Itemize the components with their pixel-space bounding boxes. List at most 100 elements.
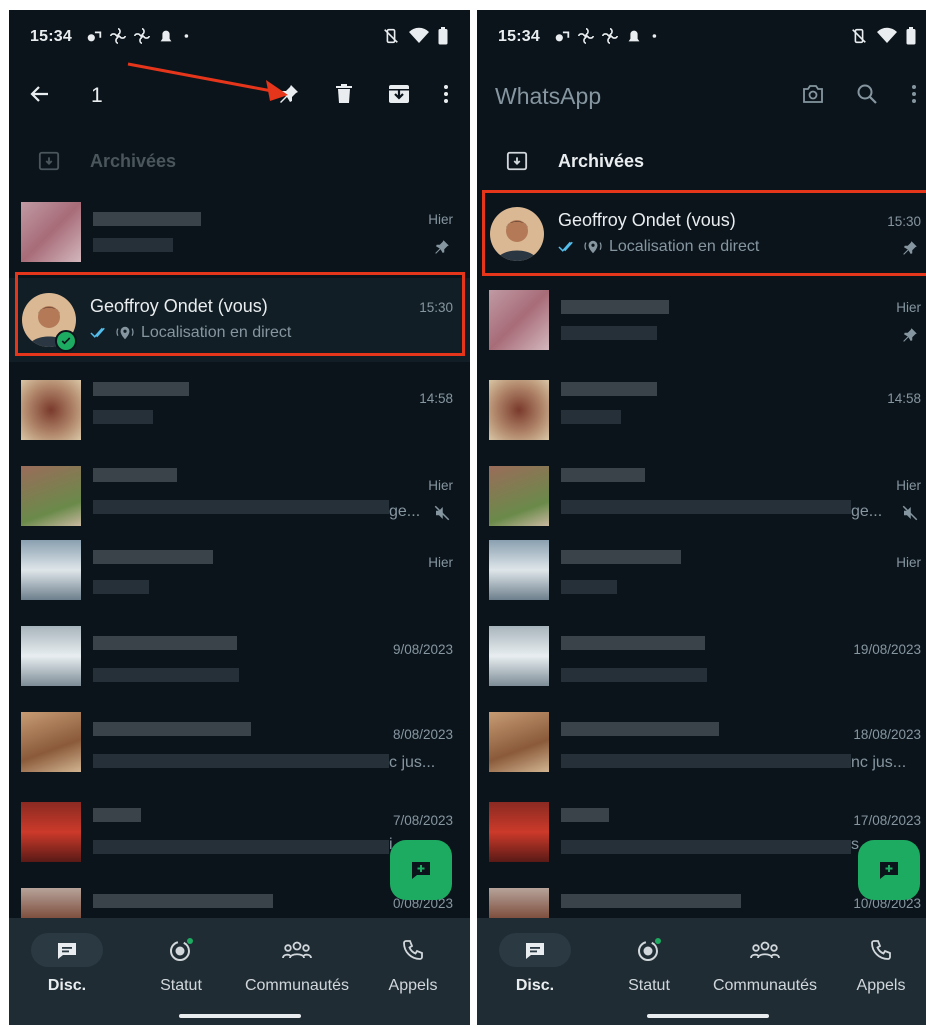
notification-icon	[87, 31, 102, 42]
chat-time: Hier	[896, 555, 921, 570]
nav-chats[interactable]: Disc.	[12, 933, 122, 995]
communities-icon	[261, 933, 333, 967]
blurred-name	[93, 550, 213, 564]
list-item[interactable]: ge... Hier	[477, 448, 926, 532]
nav-label: Disc.	[47, 977, 87, 994]
avatar	[21, 202, 81, 262]
chat-name: Geoffroy Ondet (vous)	[90, 296, 268, 316]
chat-time: Hier	[428, 478, 453, 493]
preview-fragment: c jus...	[389, 754, 436, 771]
avatar	[21, 540, 81, 600]
list-item[interactable]: 9/08/2023	[9, 620, 470, 704]
avatar	[489, 626, 549, 686]
fan-icon	[133, 27, 151, 45]
archive-icon[interactable]	[386, 81, 412, 107]
chat-time: 9/08/2023	[392, 642, 453, 657]
blurred-preview	[93, 668, 239, 682]
avatar	[489, 802, 549, 862]
archived-label: Archivées	[90, 151, 177, 171]
system-icons	[382, 27, 448, 45]
left-screen: 15:34 1 Archivées Hier Geoffroy Ondet (v…	[9, 10, 470, 1025]
blurred-preview	[561, 668, 707, 682]
blurred-name	[561, 894, 741, 908]
back-arrow-icon[interactable]	[27, 81, 53, 107]
nav-calls[interactable]: Appels	[358, 933, 468, 995]
search-icon[interactable]	[854, 81, 880, 107]
list-item[interactable]: 14:58	[9, 362, 470, 446]
nav-chats[interactable]: Disc.	[480, 933, 590, 995]
list-item[interactable]: nc jus... 18/08/2023	[477, 706, 926, 790]
blurred-name	[561, 468, 645, 482]
avatar	[21, 888, 81, 918]
delete-icon[interactable]	[331, 81, 357, 107]
list-item[interactable]: 14:58	[477, 362, 926, 446]
live-location-icon	[116, 326, 134, 340]
more-options-icon[interactable]	[433, 81, 459, 107]
list-item[interactable]: c jus... 8/08/2023	[9, 706, 470, 790]
list-item[interactable]: Hier	[477, 534, 926, 618]
nav-communities[interactable]: Communautés	[242, 933, 352, 995]
archived-row[interactable]: Archivées	[9, 136, 470, 188]
read-ticks-icon	[90, 327, 105, 338]
nav-label: Disc.	[515, 977, 555, 994]
blurred-preview	[93, 580, 149, 594]
chat-row-geoffroy[interactable]: Geoffroy Ondet (vous) Localisation en di…	[477, 192, 926, 276]
notification-icons	[553, 27, 667, 45]
archived-label: Archivées	[558, 151, 645, 171]
new-chat-button[interactable]	[390, 840, 452, 900]
archived-row[interactable]: Archivées	[477, 136, 926, 188]
pin-icon	[435, 240, 449, 254]
selection-count: 1	[91, 84, 103, 107]
blurred-name	[561, 300, 669, 314]
list-item[interactable]: ge... Hier	[9, 448, 470, 532]
nav-calls[interactable]: Appels	[826, 933, 926, 995]
chat-time: Hier	[896, 478, 921, 493]
avatar	[21, 626, 81, 686]
nav-communities[interactable]: Communautés	[710, 933, 820, 995]
blurred-name	[561, 382, 657, 396]
list-item[interactable]: Hier	[477, 278, 926, 362]
new-chat-icon	[880, 862, 898, 879]
avatar	[21, 712, 81, 772]
nav-status[interactable]: Statut	[126, 933, 236, 995]
blurred-name	[561, 550, 681, 564]
nav-status[interactable]: Statut	[594, 933, 704, 995]
calls-icon	[845, 933, 917, 967]
home-indicator[interactable]	[646, 1014, 769, 1018]
pin-icon	[903, 241, 917, 255]
blurred-preview	[561, 754, 851, 768]
new-chat-button[interactable]	[858, 840, 920, 900]
chat-time: 14:58	[887, 391, 921, 406]
system-icons	[850, 27, 916, 45]
list-item[interactable]: Hier	[9, 190, 470, 274]
avatar	[489, 290, 549, 350]
chat-preview-text: Localisation en direct	[141, 324, 292, 341]
home-indicator[interactable]	[178, 1014, 301, 1018]
blurred-name	[561, 722, 719, 736]
list-item[interactable]: Hier	[9, 534, 470, 618]
blurred-preview	[561, 500, 851, 514]
chat-preview-text: Localisation en direct	[609, 238, 760, 255]
blurred-name	[561, 808, 609, 822]
blurred-name	[93, 722, 251, 736]
chat-time: 17/08/2023	[853, 813, 921, 828]
pin-icon	[903, 328, 917, 342]
avatar	[489, 466, 549, 526]
camera-icon[interactable]	[800, 81, 826, 107]
blurred-preview	[93, 410, 153, 424]
chat-row-geoffroy[interactable]: Geoffroy Ondet (vous) Localisation en di…	[9, 278, 470, 362]
more-options-icon[interactable]	[901, 81, 926, 107]
status-bar: 15:34	[477, 10, 926, 62]
chat-time: 19/08/2023	[853, 642, 921, 657]
blurred-name	[93, 212, 201, 226]
blurred-preview	[561, 840, 851, 854]
wifi-icon	[409, 27, 429, 43]
chat-time: 18/08/2023	[853, 727, 921, 742]
dot-icon	[652, 34, 657, 38]
fan-icon	[601, 27, 619, 45]
blurred-name	[93, 636, 237, 650]
battery-icon	[906, 27, 916, 45]
bottom-navigation: Disc. Statut Communautés Appels	[9, 918, 470, 1025]
alert-icon	[160, 30, 172, 42]
list-item[interactable]: 19/08/2023	[477, 620, 926, 704]
